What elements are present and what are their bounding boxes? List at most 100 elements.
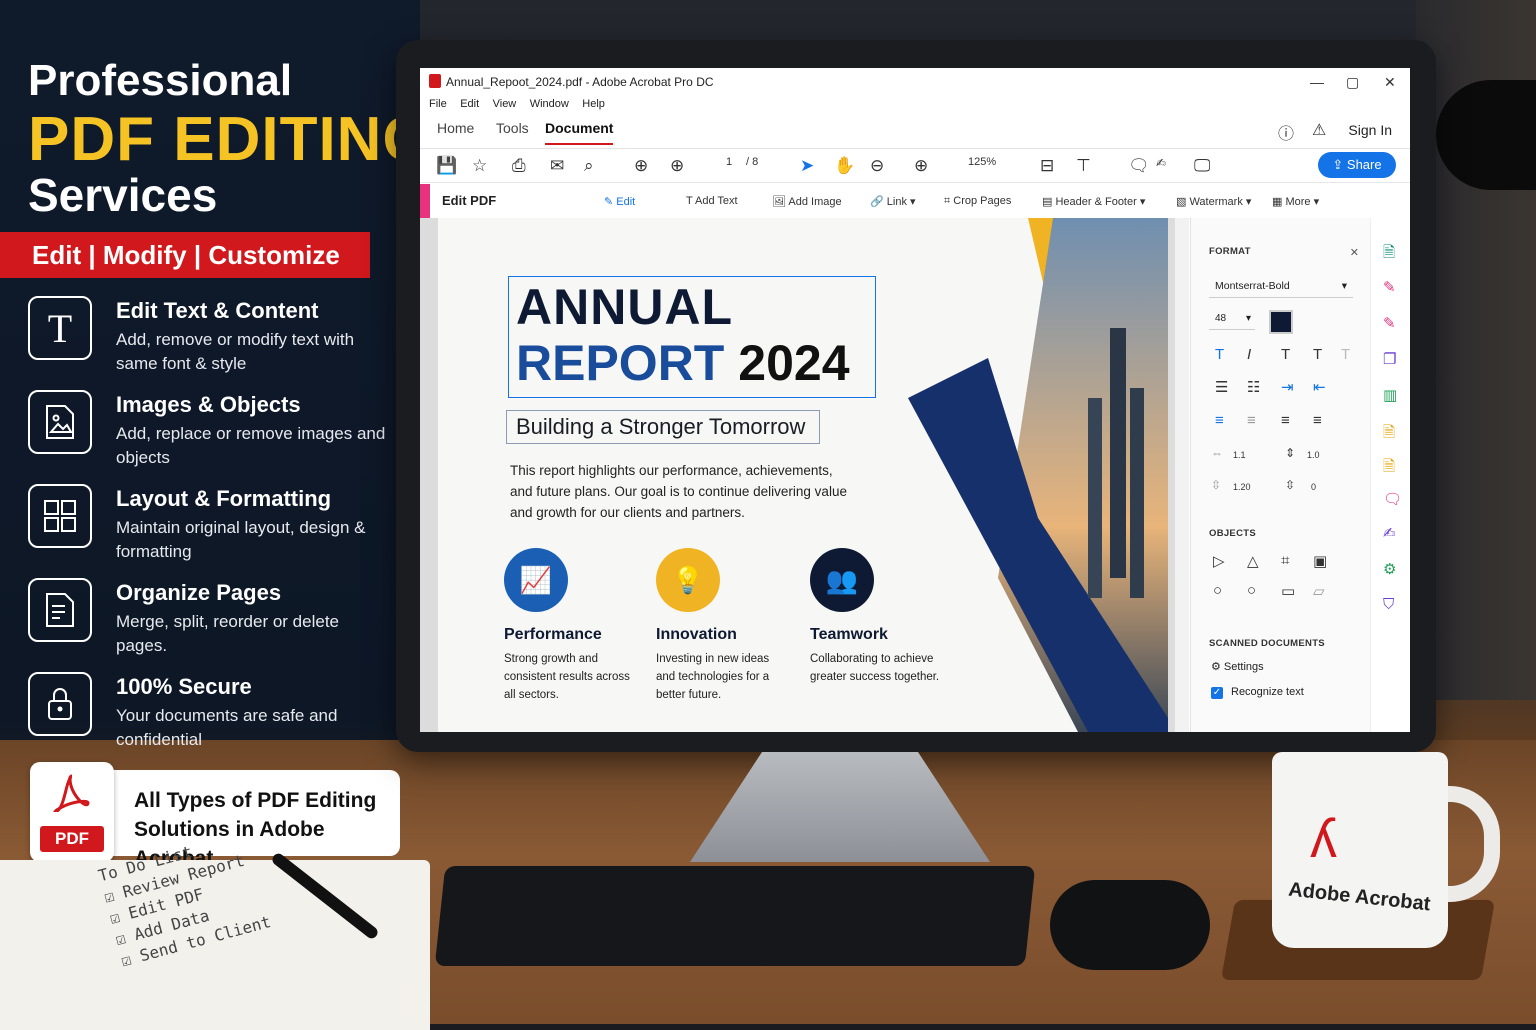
edit-pdf-icon[interactable]: ✎ — [1383, 278, 1396, 296]
watermark-button[interactable]: ▧ Watermark ▾ — [1176, 195, 1251, 208]
zoom-in-icon[interactable]: ⊕ — [914, 156, 928, 176]
page-up-icon[interactable]: ⊕ — [634, 156, 648, 176]
replace-image-icon[interactable]: ▣ — [1313, 552, 1327, 570]
page-down-icon[interactable]: ⊕ — [670, 156, 684, 176]
align-center-icon[interactable]: ≡ — [1247, 412, 1256, 429]
format-panel: FORMAT ✕ Montserrat-Bold ▾ 48 ▾ T I T T T … — [1190, 218, 1371, 732]
edit-tool-button[interactable]: ✎ Edit — [604, 195, 635, 208]
sign-in-link[interactable]: Sign In — [1348, 122, 1392, 138]
settings-row[interactable]: ⚙ Settings — [1211, 660, 1264, 673]
outdent-icon[interactable]: ⇤ — [1313, 378, 1326, 396]
add-text-button[interactable]: T Add Text — [686, 195, 738, 207]
font-size-select[interactable]: 48 ▾ — [1209, 308, 1255, 330]
crop-object-icon[interactable]: ⌗ — [1281, 552, 1289, 569]
subscript-icon[interactable]: T — [1313, 346, 1322, 363]
print-icon[interactable]: ⎙ — [512, 156, 526, 176]
text-color-swatch[interactable] — [1269, 310, 1293, 334]
zoom-out-icon[interactable]: ⊖ — [870, 156, 884, 176]
char-spacing-icon[interactable]: ⇔ — [1211, 446, 1223, 460]
italic-icon[interactable]: I — [1247, 346, 1251, 363]
line-spacing-icon[interactable]: ⇳ — [1211, 478, 1221, 492]
comment-icon[interactable]: 🗨 — [1128, 156, 1150, 176]
report-intro[interactable]: This report highlights our performance, … — [510, 460, 850, 523]
page-number-input[interactable]: 1 — [726, 156, 732, 168]
hand-icon[interactable]: ✋ — [834, 156, 855, 176]
search-icon[interactable]: ⌕ — [584, 156, 594, 176]
text-style-icon[interactable]: T — [1215, 346, 1224, 363]
stamp-icon[interactable]: ⊤ — [1076, 156, 1091, 176]
close-panel-icon[interactable]: ✕ — [1350, 246, 1359, 259]
rotate-ccw-icon[interactable]: ○ — [1213, 582, 1222, 599]
edit-pdf-bar: Edit PDF ✎ Edit T Add Text 🖼 Add Image 🔗… — [420, 184, 1410, 219]
feature-title: 100% Secure — [116, 674, 252, 699]
line-spacing-value[interactable]: 1.20 — [1233, 482, 1251, 492]
protect-icon[interactable]: ⚙ — [1383, 560, 1396, 578]
link-button[interactable]: 🔗 Link ▾ — [870, 195, 916, 208]
char-spacing-value[interactable]: 1.1 — [1233, 450, 1246, 460]
report-subtitle[interactable]: Building a Stronger Tomorrow — [516, 414, 805, 440]
sign-icon[interactable]: ✍ — [1156, 156, 1166, 170]
indent-icon[interactable]: ⇥ — [1281, 378, 1294, 396]
shield-icon[interactable]: ⛉ — [1383, 596, 1394, 613]
rotate-icon[interactable]: △ — [1247, 552, 1259, 570]
more-button[interactable]: ▦ More ▾ — [1272, 195, 1319, 208]
export-pdf-icon[interactable]: 🗎 — [1383, 242, 1395, 267]
font-family-select[interactable]: Montserrat-Bold ▾ — [1209, 274, 1353, 298]
menu-view[interactable]: View — [493, 98, 517, 110]
flip-icon[interactable]: ▷ — [1213, 552, 1225, 570]
fill-sign-icon[interactable]: ✍ — [1383, 524, 1396, 542]
text-size-icon[interactable]: T — [1281, 346, 1290, 363]
document-pages-icon — [28, 578, 92, 642]
align-left-icon[interactable]: ≡ — [1215, 412, 1224, 429]
arrange-icon[interactable]: ▭ — [1281, 582, 1295, 600]
align-objects-icon[interactable]: ▱ — [1313, 582, 1325, 600]
menu-file[interactable]: File — [429, 98, 447, 110]
minimize-icon[interactable]: — — [1310, 74, 1324, 90]
report-heading-report[interactable]: REPORT 2024 — [516, 334, 850, 392]
email-icon[interactable]: ✉ — [550, 156, 564, 176]
bookmark-star-icon[interactable]: ☆ — [472, 156, 487, 176]
add-image-button[interactable]: 🖼 Add Image — [772, 195, 842, 208]
tab-home[interactable]: Home — [437, 120, 474, 136]
align-right-icon[interactable]: ≡ — [1281, 412, 1290, 429]
menu-edit[interactable]: Edit — [460, 98, 479, 110]
comment-rail-icon[interactable]: 🗎 — [1383, 422, 1395, 447]
close-icon[interactable]: ✕ — [1384, 74, 1396, 91]
save-icon[interactable]: 💾 — [436, 156, 457, 176]
share-button[interactable]: ⇪ Share — [1318, 152, 1396, 178]
scan-icon[interactable]: 🗎 — [1383, 456, 1395, 481]
tab-document[interactable]: Document — [545, 120, 614, 145]
maximize-icon[interactable]: ▢ — [1346, 74, 1359, 91]
menu-window[interactable]: Window — [530, 98, 569, 110]
organize-pages-icon[interactable]: ▥ — [1383, 386, 1397, 404]
scale-value[interactable]: 1.0 — [1307, 450, 1320, 460]
align-justify-icon[interactable]: ≡ — [1313, 412, 1322, 429]
report-heading-annual[interactable]: ANNUAL — [516, 278, 733, 336]
help-icon[interactable]: ⓘ — [1278, 120, 1294, 144]
present-icon[interactable]: 🖵 — [1194, 156, 1210, 176]
request-signature-icon[interactable]: 🗨 — [1383, 490, 1402, 508]
scale-icon[interactable]: ⇕ — [1285, 446, 1295, 460]
para-spacing-icon[interactable]: ⇳ — [1285, 478, 1295, 492]
para-spacing-value[interactable]: 0 — [1311, 482, 1316, 492]
select-cursor-icon[interactable]: ➤ — [800, 156, 814, 176]
bell-icon[interactable]: ⚠ — [1312, 120, 1326, 140]
page-total: / 8 — [746, 156, 759, 168]
tab-tools[interactable]: Tools — [496, 120, 529, 136]
recognize-text-checkbox[interactable]: ✓ Recognize text — [1211, 686, 1304, 699]
combine-icon[interactable]: ❐ — [1383, 350, 1396, 368]
document-scrollbar[interactable] — [1174, 218, 1189, 732]
create-pdf-icon[interactable]: ✎ — [1383, 314, 1396, 332]
header-footer-icon: ▤ — [1042, 196, 1056, 208]
superscript-icon[interactable]: T — [1341, 346, 1350, 363]
pillar-teamwork: 👥 Teamwork Collaborating to achieve grea… — [810, 548, 940, 686]
zoom-level[interactable]: 125% — [968, 156, 996, 168]
crop-pages-button[interactable]: ⌗ Crop Pages — [944, 195, 1011, 208]
pdf-page[interactable]: ANNUAL REPORT 2024 Building a Stronger T… — [438, 218, 1168, 732]
menu-help[interactable]: Help — [582, 98, 605, 110]
header-footer-button[interactable]: ▤ Header & Footer ▾ — [1042, 195, 1145, 208]
page-layout-icon[interactable]: ⊟ — [1040, 156, 1054, 176]
list-number-icon[interactable]: ☷ — [1247, 378, 1260, 396]
list-bullet-icon[interactable]: ☰ — [1215, 378, 1228, 396]
rotate-cw-icon[interactable]: ○ — [1247, 582, 1256, 599]
